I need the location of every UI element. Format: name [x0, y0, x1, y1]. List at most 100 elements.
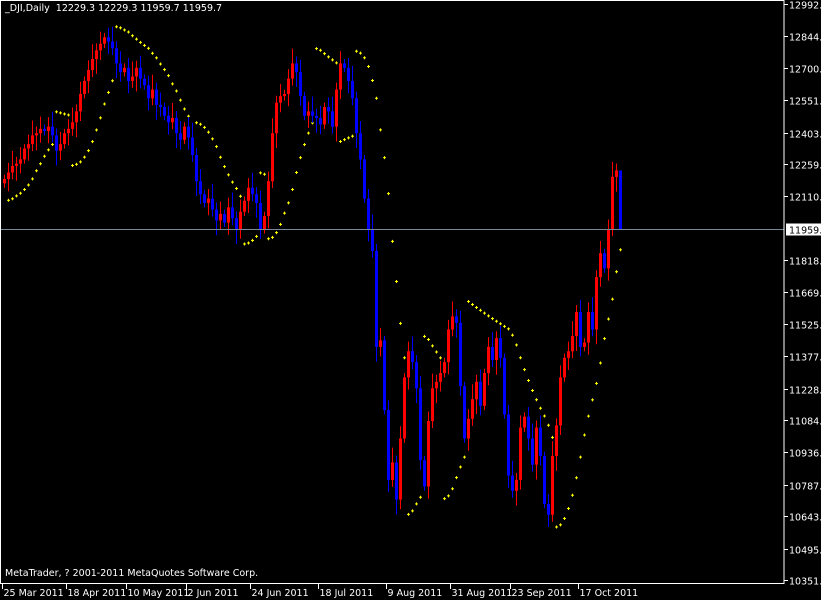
candle-body: [567, 351, 570, 358]
y-tick-label: 12403.0: [789, 130, 821, 141]
candle: [19, 147, 22, 174]
sar-dot: [587, 414, 590, 418]
candle-body: [67, 128, 70, 134]
candle-body: [263, 216, 266, 230]
sar-dot: [87, 149, 90, 153]
candle: [259, 190, 262, 239]
candle: [139, 55, 142, 89]
candle: [567, 341, 570, 371]
candle-body: [159, 104, 162, 108]
sar-dot: [115, 25, 118, 29]
sar-dot: [475, 305, 478, 309]
sar-dot: [259, 171, 262, 175]
candle-body: [591, 312, 594, 330]
candle-body: [171, 117, 174, 123]
candle: [391, 447, 394, 487]
sar-dot: [371, 78, 374, 82]
sar-dot: [127, 30, 130, 34]
candle: [231, 192, 234, 226]
candle-body: [151, 89, 154, 99]
candle-body: [139, 67, 142, 79]
sar-dot: [339, 139, 342, 143]
candle: [415, 355, 418, 404]
candle: [247, 178, 250, 214]
candle-body: [75, 111, 78, 123]
sar-dot: [363, 56, 366, 60]
x-tick-label: 23 Sep 2011: [512, 588, 572, 599]
sar-dot: [243, 242, 246, 246]
candle-body: [303, 96, 306, 116]
sar-dot: [379, 128, 382, 132]
candle-body: [271, 133, 274, 182]
candle: [171, 103, 174, 130]
sar-dot: [619, 248, 622, 252]
sar-dot: [271, 235, 274, 239]
sar-dot: [611, 297, 614, 301]
sar-dot: [559, 523, 562, 527]
sar-dot: [203, 125, 206, 129]
candle-body: [107, 37, 110, 42]
candle: [159, 92, 162, 117]
sar-dot: [135, 37, 138, 41]
candle: [319, 105, 322, 135]
candle-body: [559, 377, 562, 426]
candle-body: [471, 399, 474, 419]
candle-body: [515, 479, 518, 491]
x-tick-label: 31 Aug 2011: [452, 588, 513, 599]
price-axis: 12992.5 12844.0 12700.0 12551.5 12403.0 12259…: [784, 1, 821, 588]
candle: [523, 412, 526, 432]
sar-dot: [247, 241, 250, 245]
candle: [375, 243, 378, 362]
x-tick-label: 25 Mar 2011: [4, 588, 64, 599]
candle: [591, 297, 594, 337]
candle: [503, 353, 506, 419]
candle: [323, 102, 326, 129]
y-tick-label: 11084.5: [789, 417, 821, 428]
sar-dot: [223, 165, 226, 169]
candle: [427, 411, 430, 499]
candle: [615, 163, 618, 192]
sar-dot: [215, 145, 218, 149]
sar-dot: [131, 34, 134, 38]
candle: [619, 170, 622, 230]
candle-body: [355, 98, 358, 134]
candle-body: [331, 111, 334, 127]
candle-body: [235, 218, 238, 230]
current-price-label: 11959.7: [789, 226, 821, 237]
candle-body: [607, 229, 610, 269]
candle-body: [359, 133, 362, 160]
candle: [59, 131, 62, 161]
candle-body: [191, 137, 194, 156]
candle: [263, 211, 266, 234]
candle-body: [487, 346, 490, 374]
y-tick-label: 11377.0: [789, 353, 821, 364]
candle: [367, 189, 370, 242]
candle: [215, 202, 218, 236]
candle: [455, 309, 458, 338]
sar-dot: [263, 172, 266, 176]
candle: [11, 151, 14, 180]
sar-dot: [503, 324, 506, 328]
sar-dot: [575, 476, 578, 480]
candle-body: [563, 357, 566, 378]
candle: [359, 120, 362, 169]
candle-body: [39, 128, 42, 134]
sar-dot: [307, 131, 310, 135]
candle: [87, 60, 90, 94]
candle: [515, 472, 518, 506]
candle-body: [495, 338, 498, 360]
candle: [151, 74, 154, 106]
candle: [431, 373, 434, 429]
candle: [39, 116, 42, 143]
sar-dot: [447, 494, 450, 498]
candle-body: [283, 93, 286, 97]
sar-dot: [159, 62, 162, 66]
candle-body: [207, 198, 210, 203]
candle: [475, 374, 478, 415]
candle-body: [467, 418, 470, 439]
candle-body: [403, 377, 406, 439]
y-tick-label: 10351.0: [789, 577, 821, 588]
candle-body: [43, 128, 46, 132]
x-tick-label: 10 May 2011: [128, 588, 190, 599]
candle: [51, 111, 54, 143]
